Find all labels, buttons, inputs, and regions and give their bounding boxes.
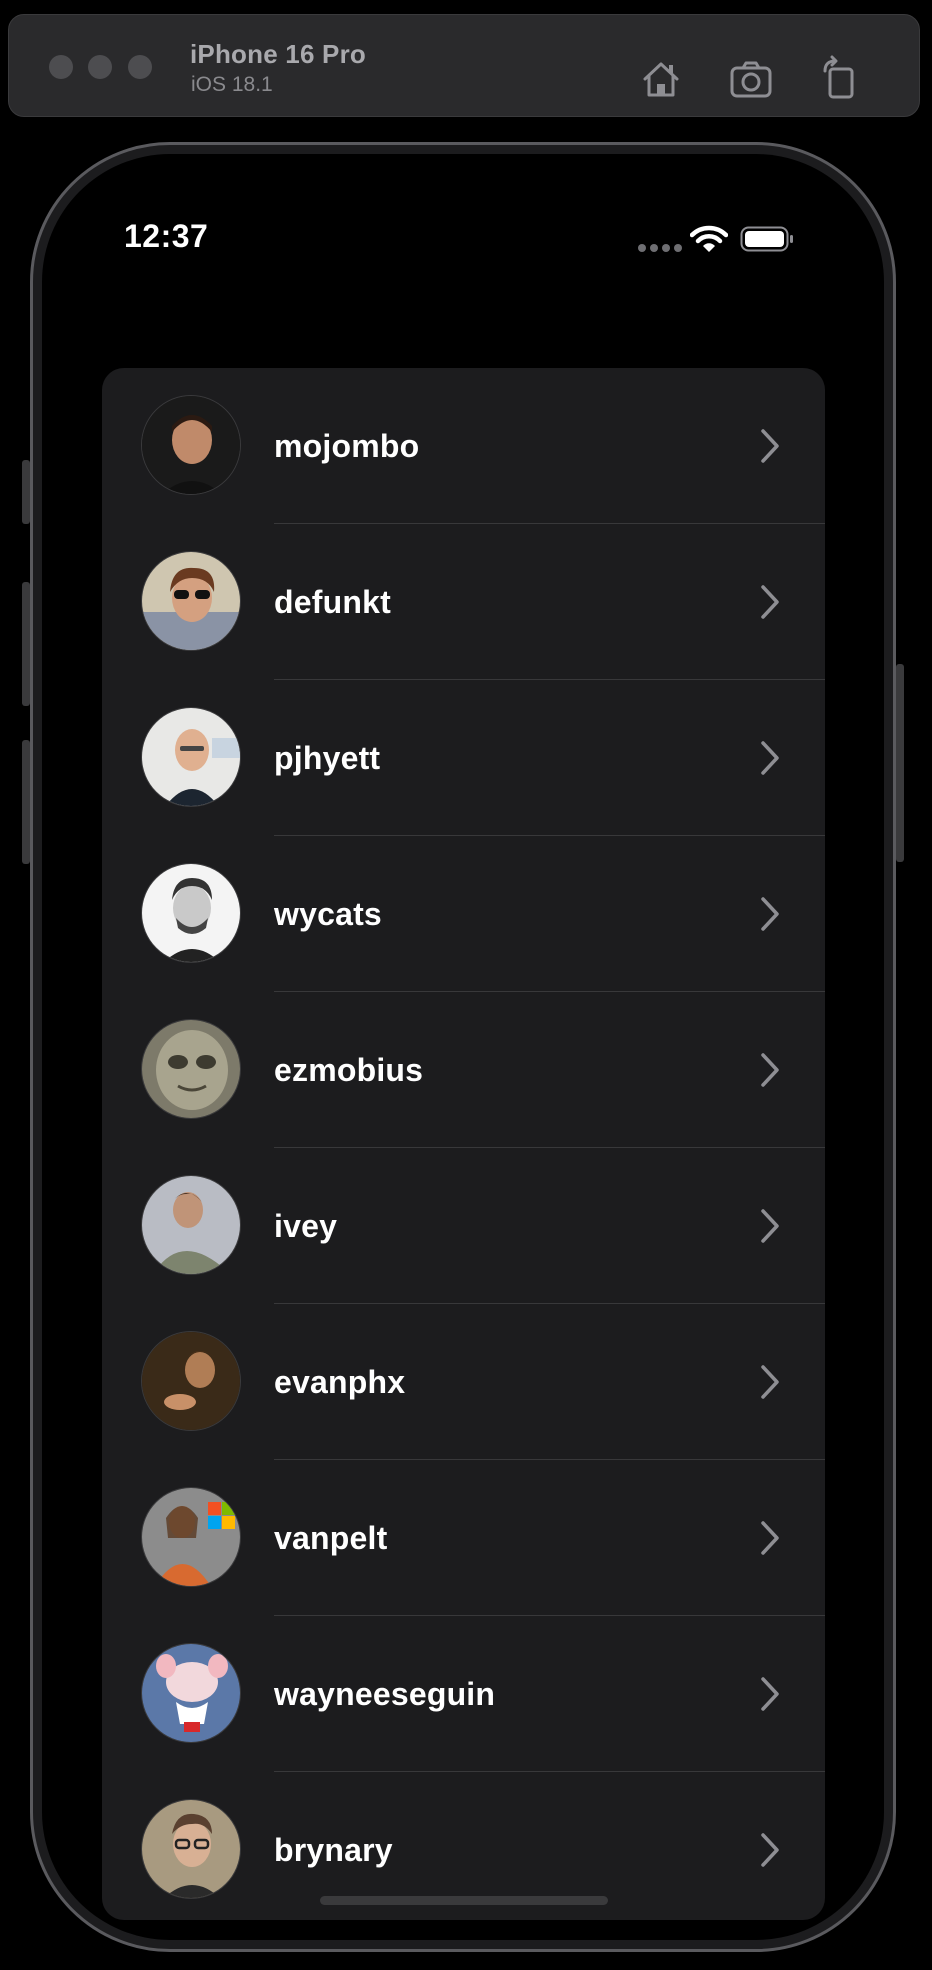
chevron-right-icon: [761, 1209, 779, 1243]
chevron-right-icon: [761, 1365, 779, 1399]
user-login: pjhyett: [274, 740, 381, 776]
user-row-pjhyett[interactable]: pjhyett: [102, 680, 825, 836]
device-name: iPhone 16 Pro: [190, 39, 366, 69]
user-login: wycats: [274, 896, 382, 932]
avatar: [141, 1643, 241, 1743]
wifi-icon: [689, 224, 729, 254]
chevron-right-icon: [761, 1677, 779, 1711]
avatar: [141, 707, 241, 807]
user-login: vanpelt: [274, 1520, 388, 1556]
close-window-button[interactable]: [49, 55, 73, 79]
home-indicator[interactable]: [320, 1896, 608, 1905]
cellular-dots-icon: [662, 244, 670, 252]
status-time: 12:37: [124, 218, 209, 254]
cellular-dots-icon: [650, 244, 658, 252]
cellular-dots-icon: [674, 244, 682, 252]
user-login: ivey: [274, 1208, 338, 1244]
avatar: [141, 1331, 241, 1431]
home-icon[interactable]: [637, 55, 685, 103]
os-version: iOS 18.1: [191, 73, 273, 96]
chevron-right-icon: [761, 741, 779, 775]
rotate-icon[interactable]: [817, 55, 865, 103]
screenshot-icon[interactable]: [727, 55, 775, 103]
simulator-window: iPhone 16 Pro iOS 18.1 12:37 mojombo def…: [0, 0, 932, 1970]
user-login: mojombo: [274, 428, 420, 464]
user-login: defunkt: [274, 584, 391, 620]
cellular-dots-icon: [638, 244, 646, 252]
user-row-evanphx[interactable]: evanphx: [102, 1304, 825, 1460]
avatar: [141, 1799, 241, 1899]
avatar: [141, 395, 241, 495]
user-login: evanphx: [274, 1364, 406, 1400]
user-login: wayneeseguin: [274, 1676, 496, 1712]
chevron-right-icon: [761, 1053, 779, 1087]
power-button: [896, 664, 904, 862]
chevron-right-icon: [761, 897, 779, 931]
battery-icon: [740, 225, 794, 253]
avatar: [141, 1019, 241, 1119]
chevron-right-icon: [761, 1833, 779, 1867]
user-login: ezmobius: [274, 1052, 424, 1088]
user-row-wycats[interactable]: wycats: [102, 836, 825, 992]
action-button: [22, 460, 30, 524]
volume-up-button: [22, 582, 30, 706]
user-row-mojombo[interactable]: mojombo: [102, 368, 825, 524]
zoom-window-button[interactable]: [128, 55, 152, 79]
avatar: [141, 1175, 241, 1275]
user-row-defunkt[interactable]: defunkt: [102, 524, 825, 680]
user-row-vanpelt[interactable]: vanpelt: [102, 1460, 825, 1616]
chevron-right-icon: [761, 429, 779, 463]
volume-down-button: [22, 740, 30, 864]
avatar: [141, 1487, 241, 1587]
user-row-ezmobius[interactable]: ezmobius: [102, 992, 825, 1148]
user-list: mojombo defunkt pjhyett wycats ezmobius …: [102, 368, 825, 1920]
user-login: brynary: [274, 1832, 393, 1868]
minimize-window-button[interactable]: [88, 55, 112, 79]
chevron-right-icon: [761, 585, 779, 619]
user-row-ivey[interactable]: ivey: [102, 1148, 825, 1304]
avatar: [141, 551, 241, 651]
avatar: [141, 863, 241, 963]
simulator-toolbar: iPhone 16 Pro iOS 18.1: [8, 14, 920, 117]
chevron-right-icon: [761, 1521, 779, 1555]
user-row-wayneeseguin[interactable]: wayneeseguin: [102, 1616, 825, 1772]
